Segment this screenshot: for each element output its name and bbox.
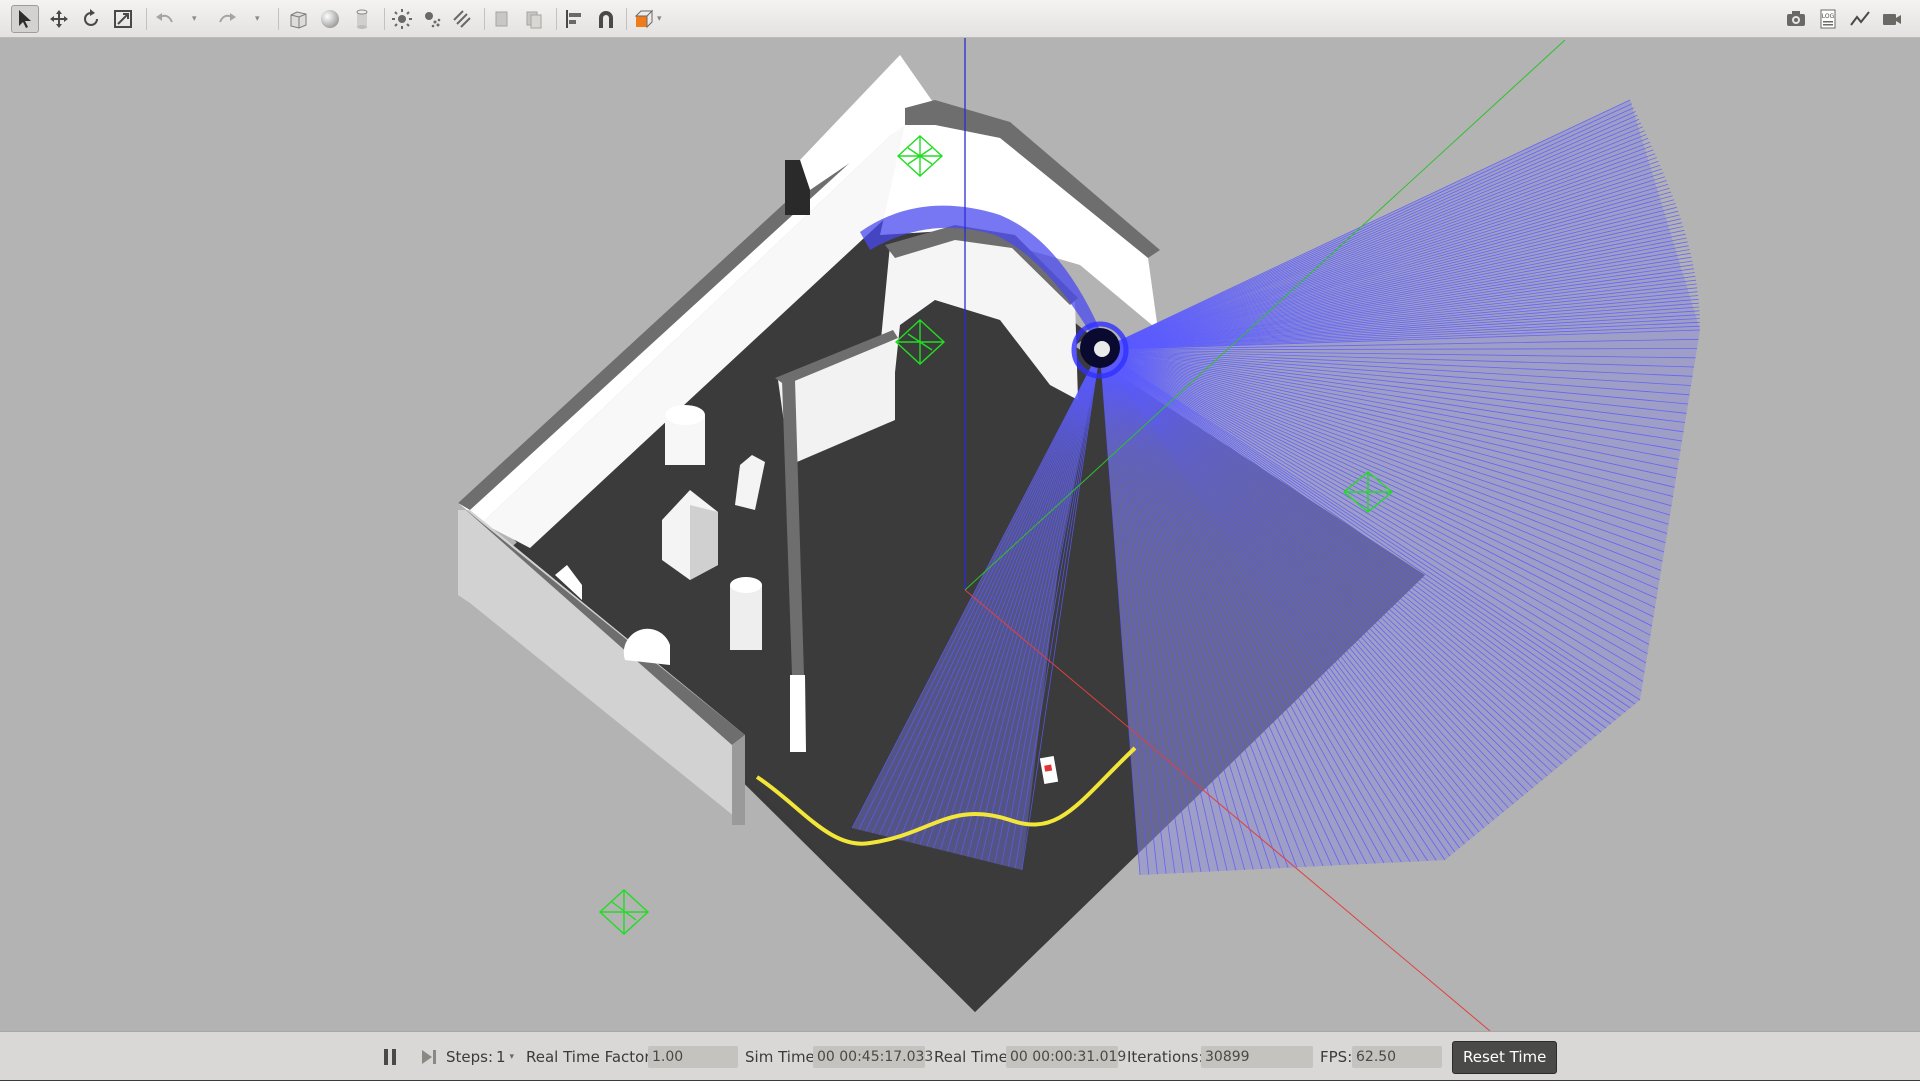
robot-laser-sensor: [1094, 341, 1110, 357]
record-video-icon: [1883, 14, 1901, 25]
reset-time-button[interactable]: Reset Time: [1452, 1041, 1558, 1074]
screenshot-button[interactable]: [1782, 5, 1810, 33]
goal-marker-flag: [1044, 764, 1053, 772]
rotate-mode-button[interactable]: [77, 5, 105, 33]
real-time-factor-field-wrap: 1.00: [648, 1032, 738, 1081]
steps-label: Steps:: [446, 1047, 494, 1066]
view-angle-button[interactable]: [630, 5, 658, 33]
paste-icon: [526, 11, 542, 29]
sphere-shape-button[interactable]: [316, 5, 344, 33]
sphere-icon: [321, 10, 339, 28]
translate-mode-button[interactable]: [45, 5, 73, 33]
steps-value: 1: [496, 1047, 506, 1066]
box-shape-button[interactable]: [284, 5, 312, 33]
view-angle-icon: [634, 9, 654, 29]
select-icon: [19, 10, 31, 28]
undo-icon: [156, 13, 173, 23]
inner-divider-wall-end: [790, 675, 806, 752]
plot-button[interactable]: [1846, 5, 1874, 33]
fps-field-wrap: 62.50: [1352, 1032, 1442, 1081]
scene-viewport[interactable]: [0, 38, 1920, 1031]
status-bar: Steps: 1 ▾ Real Time Factor: 1.00 Sim Ti…: [0, 1031, 1920, 1080]
copy-icon: [495, 11, 508, 27]
directional-light-button[interactable]: [448, 5, 476, 33]
point-light-button[interactable]: [388, 5, 416, 33]
marker-diamond-4: [598, 889, 650, 935]
log-icon: LOG: [1820, 9, 1836, 29]
record-video-button[interactable]: [1878, 5, 1906, 33]
step-button[interactable]: [420, 1032, 438, 1081]
spot-light-button[interactable]: [418, 5, 446, 33]
box-icon: [290, 11, 307, 29]
steps-spinbox[interactable]: 1 ▾: [496, 1032, 514, 1081]
real-time-label: Real Time:: [934, 1047, 1013, 1066]
point-light-icon: [392, 9, 412, 29]
sim-time-label: Sim Time:: [745, 1047, 820, 1066]
rotate-icon: [84, 9, 98, 26]
gazebo-window: ▾ ▾ ▾ LOG Steps: 1 ▾ Real Time Factor: 1…: [0, 0, 1920, 1080]
paste-button[interactable]: [520, 5, 548, 33]
iterations-field: 30899: [1201, 1045, 1313, 1068]
screenshot-icon: [1787, 11, 1805, 26]
scale-mode-button[interactable]: [109, 5, 137, 33]
scene-render[interactable]: [0, 38, 1920, 1031]
spot-light-icon: [425, 12, 441, 28]
align-icon: [566, 10, 581, 28]
fps-field: 62.50: [1352, 1045, 1442, 1068]
undo-button[interactable]: [151, 5, 179, 33]
real-time-factor-field: 1.00: [648, 1045, 738, 1068]
log-icon-text: LOG: [1822, 13, 1835, 20]
iterations-label: Iterations:: [1127, 1047, 1204, 1066]
redo-dropdown-icon[interactable]: ▾: [255, 14, 260, 24]
log-button[interactable]: LOG: [1814, 5, 1842, 33]
snap-icon: [599, 11, 613, 28]
sim-time-field-wrap: 00 00:45:17.033: [813, 1032, 933, 1081]
redo-icon: [219, 13, 236, 23]
snap-button[interactable]: [592, 5, 620, 33]
align-button[interactable]: [560, 5, 588, 33]
cylinder-obstacle-2: [730, 585, 762, 650]
cylinder-obstacle-2-top: [730, 577, 762, 593]
cylinder-shape-button[interactable]: [348, 5, 376, 33]
view-angle-dropdown-icon[interactable]: ▾: [657, 14, 662, 24]
translate-icon: [50, 10, 68, 28]
real-time-factor-label: Real Time Factor:: [526, 1047, 656, 1066]
copy-button[interactable]: [488, 5, 516, 33]
toolbar: ▾ ▾ ▾ LOG: [0, 0, 1920, 38]
real-time-field: 00 00:00:31.019: [1006, 1045, 1126, 1068]
pause-button[interactable]: [382, 1032, 398, 1081]
fps-label: FPS:: [1320, 1047, 1353, 1066]
step-icon: [422, 1049, 436, 1064]
real-time-field-wrap: 00 00:00:31.019: [1006, 1032, 1126, 1081]
sim-time-field: 00 00:45:17.033: [813, 1045, 933, 1068]
steps-dropdown-icon: ▾: [509, 1051, 515, 1062]
cylinder-obstacle-1-top: [665, 405, 705, 425]
outer-wall-bottom-left-end: [732, 735, 745, 825]
iterations-field-wrap: 30899: [1201, 1032, 1313, 1081]
select-mode-button[interactable]: [11, 5, 39, 33]
cylinder-icon: [356, 9, 368, 29]
redo-button[interactable]: [213, 5, 241, 33]
plot-icon: [1850, 11, 1870, 26]
scale-icon: [114, 10, 132, 28]
directional-light-icon: [453, 10, 471, 28]
undo-dropdown-icon[interactable]: ▾: [192, 14, 197, 24]
pause-icon: [384, 1048, 396, 1065]
